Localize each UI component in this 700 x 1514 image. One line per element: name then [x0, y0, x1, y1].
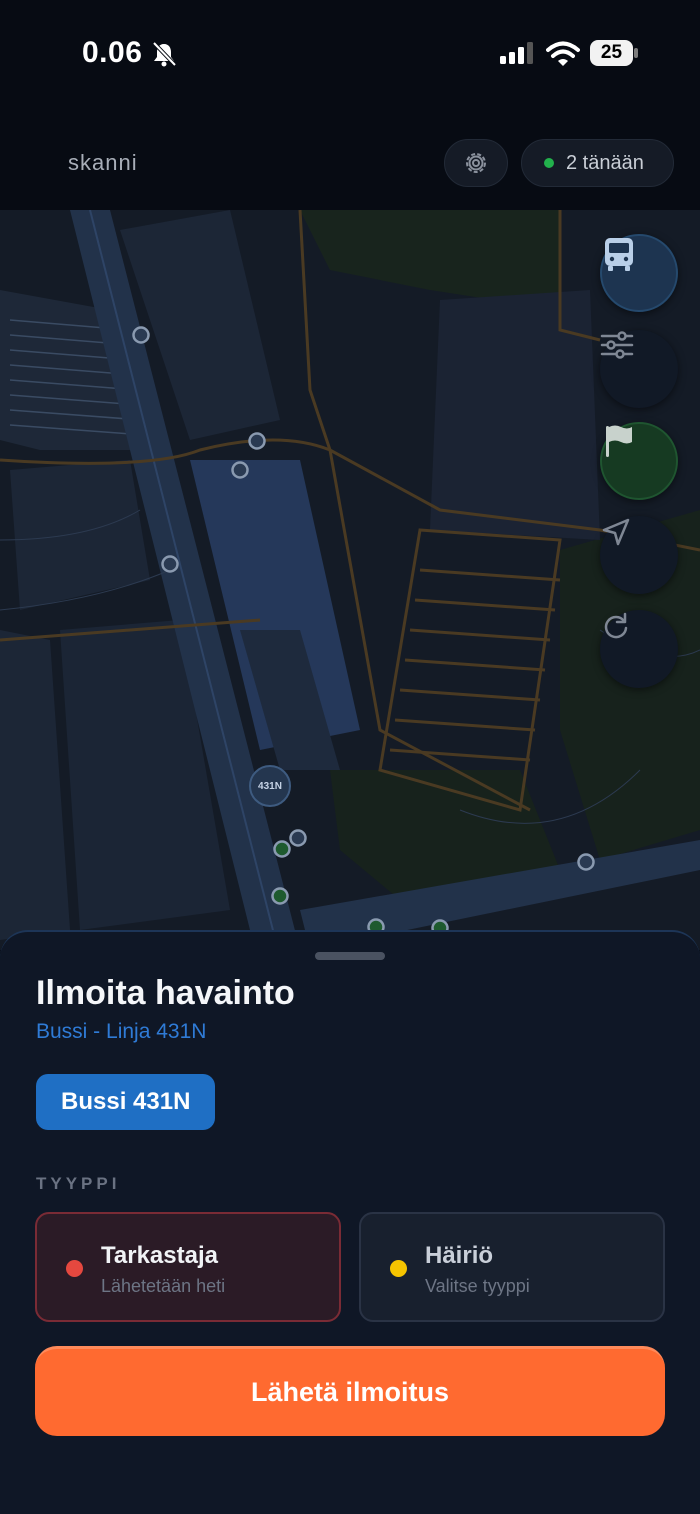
battery-cap: [634, 48, 638, 58]
filter-button[interactable]: [600, 330, 678, 408]
navigation-arrow-icon: [602, 518, 630, 546]
vehicle-marker[interactable]: 431N: [249, 765, 291, 807]
status-dot: [544, 158, 554, 168]
type-option-description: Lähetetään heti: [101, 1276, 226, 1296]
battery-indicator: 25: [590, 40, 638, 66]
type-option-title: Häiriö: [425, 1242, 494, 1269]
app-logo: skanni: [68, 150, 138, 175]
bus-icon: [605, 238, 633, 271]
locate-button[interactable]: [600, 516, 678, 594]
sliders-icon: [600, 331, 634, 359]
today-count-label: 2 tänään: [566, 151, 644, 174]
today-count-pill[interactable]: 2 tänään: [521, 139, 674, 187]
yellow-dot-icon: [390, 1260, 407, 1277]
wifi-icon: [546, 41, 580, 66]
refresh-button[interactable]: [600, 610, 678, 688]
sheet-subtitle: Bussi - Linja 431N: [36, 1020, 207, 1043]
status-bar: 0.06 25: [0, 0, 700, 110]
vehicle-chip[interactable]: Bussi 431N: [36, 1074, 216, 1130]
sheet-drag-handle[interactable]: [315, 952, 385, 960]
refresh-icon: [604, 612, 628, 639]
flag-icon: [606, 425, 632, 457]
report-flag-button[interactable]: [600, 422, 678, 500]
type-option-title: Tarkastaja: [101, 1242, 218, 1269]
report-sheet: Ilmoita havainto Bussi - Linja 431N Buss…: [0, 930, 700, 1514]
bus-layer-button[interactable]: [600, 234, 678, 312]
battery-level: 25: [600, 42, 623, 63]
gear-icon: [466, 153, 486, 173]
map-canvas: [0, 210, 700, 950]
type-option-inspector[interactable]: Tarkastaja Lähetetään heti: [35, 1212, 341, 1322]
type-heading: TYYPPI: [36, 1174, 121, 1193]
cellular-signal-icon: [500, 42, 533, 64]
red-dot-icon: [66, 1260, 83, 1277]
app-header: skanni 2 tänään: [0, 110, 700, 210]
settings-button[interactable]: [444, 139, 508, 187]
status-time: 0.06: [82, 36, 143, 69]
sheet-title: Ilmoita havainto: [36, 974, 295, 1012]
silent-bell-icon: [152, 41, 177, 67]
type-option-disruption[interactable]: Häiriö Valitse tyyppi: [359, 1212, 665, 1322]
submit-report-button[interactable]: Lähetä ilmoitus: [35, 1346, 665, 1436]
map-view[interactable]: 431N: [0, 210, 700, 950]
type-option-description: Valitse tyyppi: [425, 1276, 530, 1296]
